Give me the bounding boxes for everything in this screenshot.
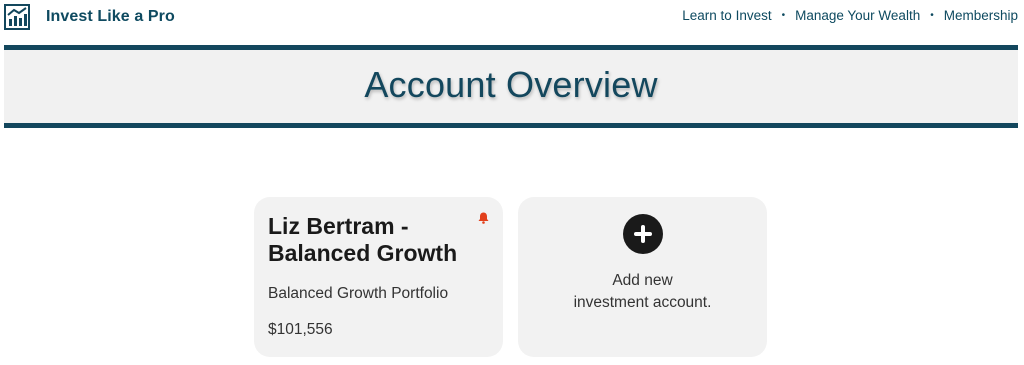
top-navigation-bar: Invest Like a Pro Learn to Invest • Mana… <box>0 0 1024 38</box>
account-portfolio-type: Balanced Growth Portfolio <box>268 285 449 302</box>
nav-link-learn-to-invest[interactable]: Learn to Invest <box>682 8 771 23</box>
nav-link-membership[interactable]: Membership <box>944 8 1018 23</box>
nav-link-manage-your-wealth[interactable]: Manage Your Wealth <box>795 8 920 23</box>
main-nav: Learn to Invest • Manage Your Wealth • M… <box>682 8 1018 23</box>
brand-home-link[interactable]: Invest Like a Pro <box>4 4 175 30</box>
account-card[interactable]: Liz Bertram - Balanced Growth Balanced G… <box>254 197 503 357</box>
add-account-label-line1: Add new <box>612 272 673 289</box>
account-balance: $101,556 <box>268 321 333 338</box>
page-title: Account Overview <box>364 64 658 105</box>
nav-separator: • <box>930 10 934 21</box>
plus-circle-icon[interactable] <box>623 214 663 254</box>
chart-trend-icon <box>4 4 30 30</box>
add-account-label-line2: investment account. <box>573 294 712 311</box>
add-account-label: Add new investment account. <box>518 270 767 314</box>
bell-icon[interactable] <box>478 212 489 224</box>
add-account-card[interactable]: Add new investment account. <box>518 197 767 357</box>
brand-name: Invest Like a Pro <box>46 8 175 25</box>
page-title-banner: Account Overview <box>4 45 1018 128</box>
nav-separator: • <box>781 10 786 21</box>
account-name: Liz Bertram - Balanced Growth <box>268 213 458 266</box>
